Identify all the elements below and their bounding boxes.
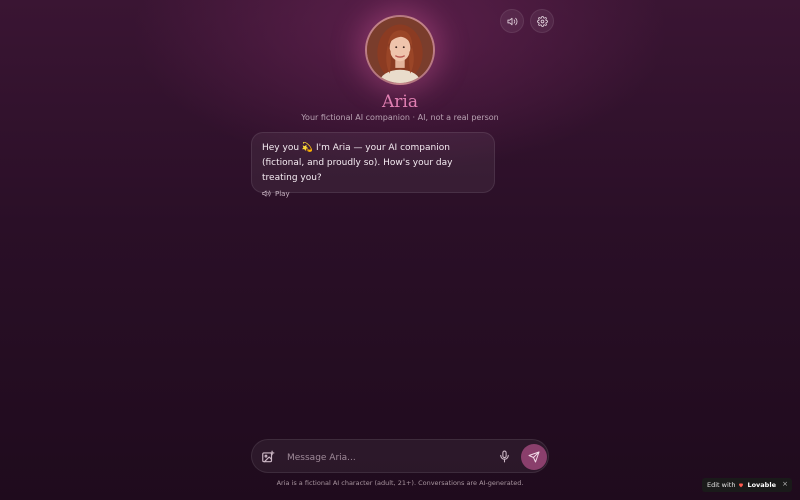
send-button[interactable] (521, 444, 547, 470)
speaker-icon (262, 190, 271, 197)
avatar (365, 15, 435, 85)
assistant-message: Hey you 💫 I'm Aria — your AI companion (… (251, 132, 495, 198)
message-text: Hey you 💫 I'm Aria — your AI companion (… (262, 143, 453, 183)
image-upload-icon[interactable] (261, 450, 275, 464)
send-icon (528, 451, 540, 463)
header-controls (500, 9, 554, 33)
settings-button[interactable] (530, 9, 554, 33)
message-input[interactable] (285, 448, 479, 468)
character-avatar (365, 15, 435, 85)
play-label: Play (275, 189, 290, 198)
lovable-heart-icon (739, 483, 744, 488)
badge-prefix: Edit with (707, 481, 736, 489)
play-audio-button[interactable]: Play (262, 189, 484, 198)
character-subtitle: Your fictional AI companion · AI, not a … (301, 113, 499, 122)
badge-brand: Lovable (747, 481, 776, 489)
speaker-icon (506, 17, 517, 25)
mute-toggle-button[interactable] (500, 9, 524, 33)
close-badge-button[interactable]: × (782, 480, 788, 488)
character-name: Aria (382, 92, 418, 112)
message-composer (251, 439, 549, 473)
edit-with-lovable-badge[interactable]: Edit with Lovable × (702, 478, 792, 492)
ai-disclaimer: Aria is a fictional AI character (adult,… (276, 479, 524, 487)
microphone-icon[interactable] (498, 450, 511, 463)
gear-icon (536, 15, 548, 27)
portrait-illustration (367, 17, 433, 83)
